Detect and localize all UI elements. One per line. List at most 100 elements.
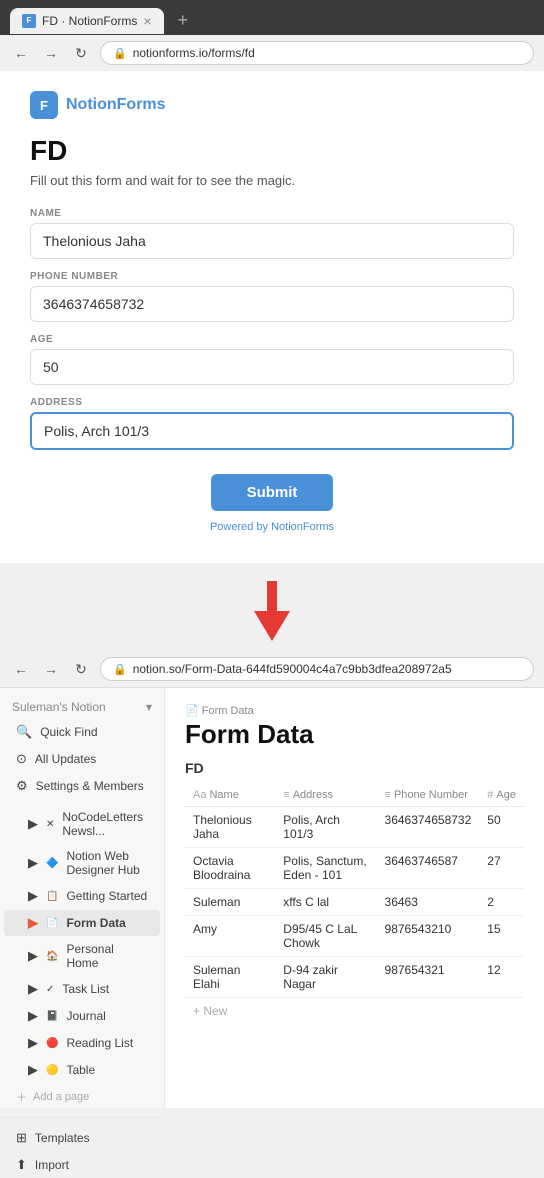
nf-brand-name: NotionForms — [66, 96, 166, 114]
col-icon-name: Aa — [193, 789, 206, 801]
row-name-0[interactable]: Thelonious Jaha — [185, 807, 275, 848]
browser-controls: ← → ↻ 🔒 notionforms.io/forms/fd — [0, 35, 544, 71]
sidebar-label-getting-started: Getting Started — [66, 889, 147, 903]
getting-started-icon2: 📋 — [46, 891, 58, 902]
nocode-icon: ▶ — [28, 816, 38, 832]
sidebar-label-task-list: Task List — [62, 982, 109, 996]
browser-tab-bar: F FD · NotionForms × + — [0, 0, 544, 35]
col-header-name: AaName — [185, 784, 275, 807]
refresh-button[interactable]: ↻ — [70, 42, 92, 64]
reading-list-icon: ▶ — [28, 1035, 38, 1051]
field-label-age: AGE — [30, 334, 514, 345]
row-name-3[interactable]: Amy — [185, 916, 275, 957]
sidebar-item-getting-started[interactable]: ▶ 📋 Getting Started — [4, 883, 160, 909]
sidebar-item-table[interactable]: ▶ 🟡 Table — [4, 1057, 160, 1083]
sidebar-label-quick-find: Quick Find — [40, 725, 97, 739]
sidebar-label-journal: Journal — [66, 1009, 105, 1023]
sidebar-item-reading-list[interactable]: ▶ 🔴 Reading List — [4, 1030, 160, 1056]
col-header-address: ≡Address — [275, 784, 376, 807]
back-button-2[interactable]: ← — [10, 658, 32, 680]
row-phone-3: 9876543210 — [377, 916, 480, 957]
sidebar-label-form-data: Form Data — [66, 916, 125, 930]
table-icon2: 🟡 — [46, 1065, 58, 1076]
table-body: Thelonious Jaha Polis, Arch 101/3 364637… — [185, 807, 524, 998]
journal-icon: ▶ — [28, 1008, 38, 1024]
sidebar-label-table: Table — [66, 1063, 95, 1077]
new-row-button[interactable]: + New — [185, 998, 524, 1024]
sidebar-item-journal[interactable]: ▶ 📓 Journal — [4, 1003, 160, 1029]
col-icon-phone: ≡ — [385, 789, 391, 801]
row-address-0: Polis, Arch 101/3 — [275, 807, 376, 848]
back-button[interactable]: ← — [10, 42, 32, 64]
sidebar-label-personal-home: Personal Home — [66, 942, 148, 970]
phone-input[interactable] — [30, 286, 514, 322]
row-address-2: xffs C lal — [275, 889, 376, 916]
new-tab-button[interactable]: + — [170, 6, 197, 35]
submit-button[interactable]: Submit — [211, 474, 334, 511]
tab-close-button[interactable]: × — [143, 13, 151, 29]
row-name-2[interactable]: Suleman — [185, 889, 275, 916]
col-icon-address: ≡ — [283, 789, 289, 801]
url-bar[interactable]: 🔒 notionforms.io/forms/fd — [100, 41, 534, 65]
age-input[interactable] — [30, 349, 514, 385]
personal-home-icon2: 🏠 — [46, 951, 58, 962]
sidebar-item-form-data[interactable]: ▶ 📄 Form Data — [4, 910, 160, 936]
sidebar-label-reading-list: Reading List — [66, 1036, 133, 1050]
search-icon: 🔍 — [16, 724, 32, 740]
add-page-button[interactable]: ＋ Add a page — [4, 1085, 160, 1109]
name-input[interactable] — [30, 223, 514, 259]
url-text: notionforms.io/forms/fd — [133, 46, 255, 60]
sidebar-label-templates: Templates — [35, 1131, 90, 1145]
lock-icon: 🔒 — [113, 47, 127, 60]
sidebar-item-quick-find[interactable]: 🔍 Quick Find — [4, 719, 160, 745]
row-address-1: Polis, Sanctum, Eden - 101 — [275, 848, 376, 889]
sidebar-item-templates[interactable]: ⊞ Templates — [4, 1125, 160, 1151]
table-row: Octavia Bloodraina Polis, Sanctum, Eden … — [185, 848, 524, 889]
row-name-1[interactable]: Octavia Bloodraina — [185, 848, 275, 889]
address-input[interactable] — [30, 412, 514, 450]
row-phone-0: 3646374658732 — [377, 807, 480, 848]
sidebar-item-import[interactable]: ⬆ Import — [4, 1152, 160, 1178]
sidebar-item-settings[interactable]: ⚙ Settings & Members — [4, 773, 160, 799]
data-table: AaName ≡Address ≡Phone Number #Age Thelo… — [185, 784, 524, 998]
arrow-section — [0, 563, 544, 651]
arrow-shaft — [267, 581, 277, 611]
getting-started-icon: ▶ — [28, 888, 38, 904]
task-list-icon2: ✓ — [46, 984, 54, 995]
forward-button-2[interactable]: → — [40, 658, 62, 680]
workspace-title[interactable]: Suleman's Notion ▾ — [0, 696, 164, 718]
sidebar-item-notion-web[interactable]: ▶ 🔷 Notion Web Designer Hub — [4, 844, 160, 882]
notionforms-brand: F NotionForms — [30, 91, 514, 119]
row-name-4[interactable]: Suleman Elahi — [185, 957, 275, 998]
forward-button[interactable]: → — [40, 42, 62, 64]
updates-icon: ⊙ — [16, 751, 27, 767]
page-icon: 📄 — [185, 705, 202, 717]
form-page: F NotionForms FD Fill out this form and … — [0, 71, 544, 563]
sidebar-item-personal-home[interactable]: ▶ 🏠 Personal Home — [4, 937, 160, 975]
sidebar-item-task-list[interactable]: ▶ ✓ Task List — [4, 976, 160, 1002]
sidebar-pages-section: ▶ ✕ NoCodeLetters Newsl... ▶ 🔷 Notion We… — [0, 805, 164, 1083]
reading-list-icon2: 🔴 — [46, 1038, 58, 1049]
sidebar-label-all-updates: All Updates — [35, 752, 96, 766]
db-section-title: FD — [185, 760, 524, 776]
col-icon-age: # — [487, 789, 493, 801]
row-phone-1: 36463746587 — [377, 848, 480, 889]
row-address-4: D-94 zakir Nagar — [275, 957, 376, 998]
table-row: Suleman Elahi D-94 zakir Nagar 987654321… — [185, 957, 524, 998]
sidebar-item-all-updates[interactable]: ⊙ All Updates — [4, 746, 160, 772]
browser1: F FD · NotionForms × + ← → ↻ 🔒 notionfor… — [0, 0, 544, 563]
journal-icon2: 📓 — [46, 1011, 58, 1022]
active-tab[interactable]: F FD · NotionForms × — [10, 8, 164, 34]
field-label-name: NAME — [30, 208, 514, 219]
url-text-2: notion.so/Form-Data-644fd590004c4a7c9bb3… — [133, 662, 452, 676]
notion-sidebar: Suleman's Notion ▾ 🔍 Quick Find ⊙ All Up… — [0, 688, 165, 1108]
row-age-1: 27 — [479, 848, 524, 889]
templates-icon: ⊞ — [16, 1130, 27, 1146]
refresh-button-2[interactable]: ↻ — [70, 658, 92, 680]
field-label-address: ADDRESS — [30, 397, 514, 408]
sidebar-bottom: ⊞ Templates ⬆ Import — [0, 1117, 164, 1178]
url-bar-2[interactable]: 🔒 notion.so/Form-Data-644fd590004c4a7c9b… — [100, 657, 534, 681]
table-row: Suleman xffs C lal 36463 2 — [185, 889, 524, 916]
sidebar-item-nocode[interactable]: ▶ ✕ NoCodeLetters Newsl... — [4, 805, 160, 843]
personal-home-icon: ▶ — [28, 948, 38, 964]
